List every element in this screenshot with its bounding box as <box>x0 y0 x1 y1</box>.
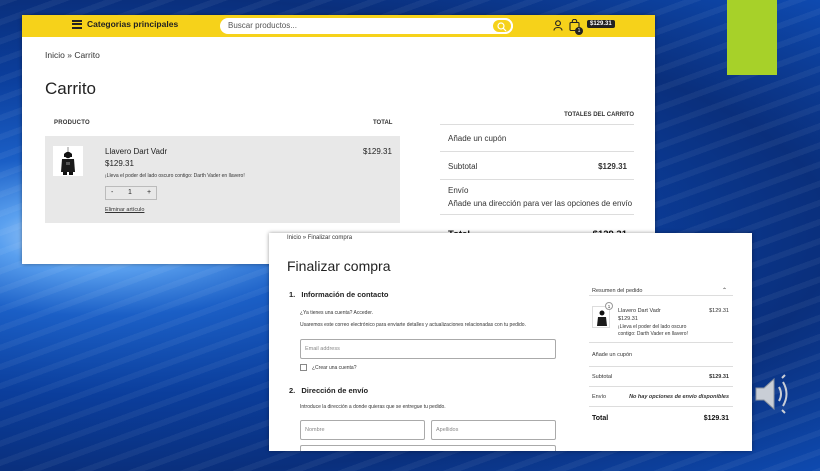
summary-shipping-label: Envío <box>592 394 607 400</box>
shipping-step-number: 2. <box>289 386 296 395</box>
cart-totals: TOTALES DEL CARRITO Añade un cupón Subto… <box>440 112 634 245</box>
shipping-row: Envío Añade una dirección para ver las o… <box>440 180 634 215</box>
shipping-help-text: Introduce la dirección a donde quieras q… <box>300 404 446 410</box>
search-button[interactable] <box>491 18 513 34</box>
shipping-note: Añade una dirección para ver las opcione… <box>448 199 633 208</box>
first-name-placeholder: Nombre <box>305 427 325 433</box>
summary-total-label: Total <box>592 415 609 422</box>
product-thumbnail[interactable] <box>53 146 83 176</box>
subtotal-value: $129.31 <box>598 162 627 171</box>
checkout-breadcrumb: Inicio » Finalizar compra <box>287 235 352 241</box>
quantity-increase-button[interactable]: + <box>147 189 151 196</box>
search-bar[interactable]: Buscar productos... <box>220 18 513 34</box>
summary-coupon-label[interactable]: Añade un cupón <box>592 352 632 358</box>
order-summary: Resumen del pedido ⌃ 1 Llavero Dart Vadr… <box>589 284 733 429</box>
cart-item-row: Llavero Dart Vadr $129.31 ¡Lleva el pode… <box>45 136 400 223</box>
shipping-heading: Dirección de envío <box>301 386 369 395</box>
quantity-value[interactable]: 1 <box>128 189 132 196</box>
user-icon[interactable] <box>553 20 563 31</box>
cart-totals-heading: TOTALES DEL CARRITO <box>440 112 634 125</box>
summary-product-name: Llavero Dart Vadr <box>618 308 661 314</box>
search-placeholder: Buscar productos... <box>228 21 297 30</box>
speaker-icon[interactable] <box>752 372 794 416</box>
column-header-product: PRODUCTO <box>54 120 90 126</box>
product-name[interactable]: Llavero Dart Vadr <box>105 147 167 156</box>
email-placeholder: Email address <box>305 346 340 352</box>
summary-subtotal-label: Subtotal <box>592 374 613 380</box>
summary-coupon-row[interactable]: Añade un cupón <box>589 343 733 367</box>
checkout-title: Finalizar compra <box>287 258 391 274</box>
contact-section-heading: 1. Información de contacto <box>289 290 388 299</box>
checkout-breadcrumb-home[interactable]: Inicio <box>287 235 301 241</box>
header-cart-total[interactable]: $129.31 <box>587 20 615 28</box>
product-description: ¡Lleva el poder del lado oscuro contigo:… <box>105 173 245 179</box>
summary-total-value: $129.31 <box>703 415 729 422</box>
darth-vader-keychain-image <box>597 310 607 326</box>
menu-icon <box>72 19 82 29</box>
summary-quantity-badge: 1 <box>605 302 613 310</box>
categories-label: Categorias principales <box>87 19 179 29</box>
summary-shipping-value: No hay opciones de envío disponibles <box>629 394 729 400</box>
add-coupon-row[interactable]: Añade un cupón <box>440 125 634 152</box>
page-title: Carrito <box>45 79 97 98</box>
last-name-field[interactable]: Apellidos <box>431 420 556 440</box>
create-account-checkbox[interactable] <box>300 364 307 371</box>
quantity-decrease-button[interactable]: - <box>111 189 113 196</box>
breadcrumb: Inicio » Carrito <box>45 50 100 60</box>
cart-window: Categorias principales Buscar productos.… <box>22 15 655 264</box>
breadcrumb-current: Carrito <box>74 50 100 60</box>
summary-subtotal-value: $129.31 <box>709 374 729 380</box>
column-header-total: TOTAL <box>373 120 393 126</box>
remove-item-link[interactable]: Eliminar artículo <box>105 207 144 213</box>
categories-button[interactable]: Categorias principales <box>72 19 178 29</box>
summary-total-row: Total $129.31 <box>589 407 733 429</box>
summary-product-price: $129.31 <box>618 316 638 322</box>
summary-product-description: ¡Lleva el poder del lado oscuro contigo:… <box>618 324 688 337</box>
first-name-field[interactable]: Nombre <box>300 420 425 440</box>
contact-heading: Información de contacto <box>301 290 389 299</box>
subtotal-row: Subtotal $129.31 <box>440 152 634 180</box>
email-field[interactable]: Email address <box>300 339 556 359</box>
address-field[interactable] <box>300 445 556 451</box>
quantity-stepper[interactable]: - 1 + <box>105 186 157 200</box>
darth-vader-keychain-image <box>61 147 75 175</box>
summary-subtotal-row: Subtotal $129.31 <box>589 367 733 387</box>
item-line-total: $129.31 <box>363 147 392 156</box>
site-header: Categorias principales Buscar productos.… <box>22 15 655 37</box>
add-coupon-label[interactable]: Añade un cupón <box>448 134 506 143</box>
create-account-label[interactable]: ¿Crear una cuenta? <box>312 365 356 371</box>
shipping-label: Envío <box>448 186 469 195</box>
last-name-placeholder: Apellidos <box>436 427 459 433</box>
summary-item-total: $129.31 <box>709 308 729 314</box>
search-icon <box>497 22 507 32</box>
summary-shipping-row: Envío No hay opciones de envío disponibl… <box>589 387 733 407</box>
product-price: $129.31 <box>105 159 134 168</box>
subtotal-label: Subtotal <box>448 162 478 171</box>
order-summary-header[interactable]: Resumen del pedido ⌃ <box>589 284 733 296</box>
order-summary-heading: Resumen del pedido <box>592 288 643 294</box>
checkout-window: Inicio » Finalizar compra Finalizar comp… <box>269 233 752 451</box>
login-prompt[interactable]: ¿Ya tienes una cuenta? Acceder. <box>300 310 373 316</box>
contact-help-text: Usaremos este correo electrónico para en… <box>300 322 526 328</box>
shipping-section-heading: 2. Dirección de envío <box>289 386 368 395</box>
checkout-breadcrumb-current: Finalizar compra <box>307 235 353 241</box>
contact-step-number: 1. <box>289 290 296 299</box>
summary-item: 1 Llavero Dart Vadr $129.31 ¡Lleva el po… <box>589 296 733 343</box>
breadcrumb-home[interactable]: Inicio <box>45 50 65 60</box>
green-accent-block <box>727 0 777 75</box>
chevron-up-icon[interactable]: ⌃ <box>722 287 727 294</box>
cart-count-badge: 1 <box>575 27 583 35</box>
